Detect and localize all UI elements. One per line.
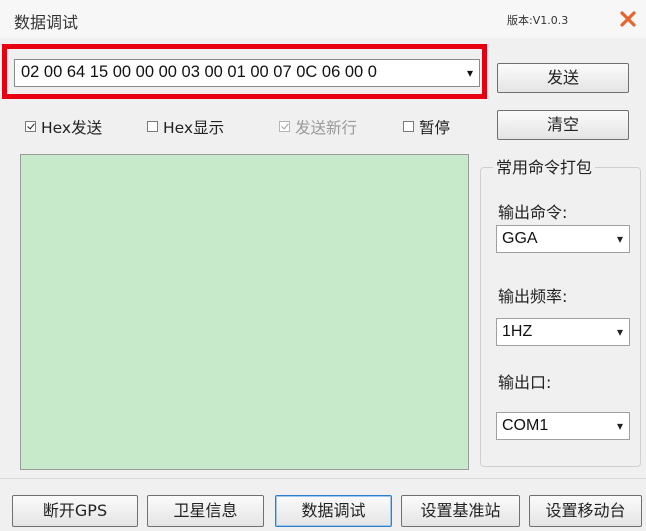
bottom-divider (0, 478, 646, 479)
command-input[interactable]: 02 00 64 15 00 00 00 03 00 01 00 07 0C 0… (14, 59, 480, 87)
command-value: 02 00 64 15 00 00 00 03 00 01 00 07 0C 0… (21, 63, 377, 81)
tab-set-base-station[interactable]: 设置基准站 (401, 495, 520, 527)
output-port-select[interactable]: COM1 ▾ (496, 412, 630, 440)
title-bar: 数据调试 版本:V1.0.3 (0, 0, 646, 39)
send-newline-label: 发送新行 (295, 119, 358, 137)
version-label: 版本:V1.0.3 (507, 14, 569, 27)
chevron-down-icon: ▾ (616, 325, 623, 339)
close-icon[interactable] (619, 10, 637, 28)
output-rate-label: 输出频率: (498, 287, 568, 306)
tab-satellite-info[interactable]: 卫星信息 (147, 495, 264, 527)
hex-display-label: Hex显示 (163, 119, 225, 137)
data-display-area[interactable] (20, 154, 469, 470)
checkbox-icon (403, 121, 414, 132)
hex-send-checkbox[interactable]: Hex发送 (25, 116, 102, 138)
pause-label: 暂停 (419, 119, 451, 137)
checkbox-icon (147, 121, 158, 132)
output-rate-select[interactable]: 1HZ ▾ (496, 318, 630, 346)
output-command-value: GGA (502, 230, 538, 247)
output-command-label: 输出命令: (498, 203, 568, 222)
window-title: 数据调试 (14, 13, 79, 32)
hex-display-checkbox[interactable]: Hex显示 (147, 116, 224, 138)
pause-checkbox[interactable]: 暂停 (403, 116, 450, 138)
chevron-down-icon: ▾ (616, 232, 623, 246)
tab-disconnect-gps[interactable]: 断开GPS (12, 495, 138, 527)
tab-data-debug[interactable]: 数据调试 (275, 495, 392, 527)
send-newline-checkbox[interactable]: 发送新行 (279, 116, 357, 138)
chevron-down-icon: ▾ (616, 419, 623, 433)
output-rate-value: 1HZ (502, 323, 533, 340)
checkbox-icon (25, 121, 36, 132)
output-port-label: 输出口: (498, 373, 552, 392)
clear-button[interactable]: 清空 (497, 110, 629, 140)
tab-set-rover[interactable]: 设置移动台 (529, 495, 642, 527)
command-pack-title: 常用命令打包 (493, 154, 596, 178)
checkbox-icon (279, 121, 290, 132)
send-button[interactable]: 发送 (497, 63, 629, 93)
chevron-down-icon[interactable]: ▾ (467, 60, 473, 86)
output-port-value: COM1 (502, 417, 549, 434)
hex-send-label: Hex发送 (41, 119, 103, 137)
output-command-select[interactable]: GGA ▾ (496, 225, 630, 253)
